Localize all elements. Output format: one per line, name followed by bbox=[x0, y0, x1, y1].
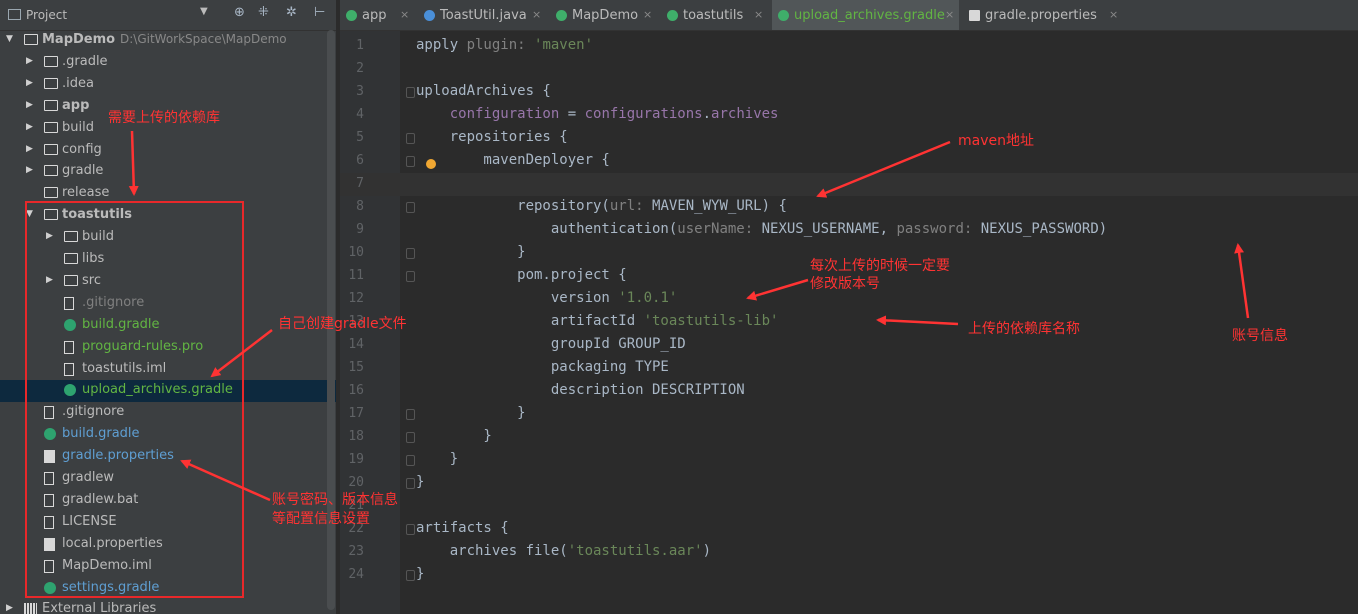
arrow-to-toastutils bbox=[128, 130, 139, 196]
arrow-to-artifact-id bbox=[876, 315, 959, 326]
arrow-to-upload-gradle bbox=[210, 329, 273, 378]
annotation-arrows bbox=[128, 130, 1250, 502]
arrow-to-password bbox=[1234, 243, 1250, 319]
arrow-to-version bbox=[746, 278, 809, 301]
arrow-to-maven-url bbox=[816, 140, 951, 198]
arrow-to-gradle-properties bbox=[180, 459, 271, 502]
